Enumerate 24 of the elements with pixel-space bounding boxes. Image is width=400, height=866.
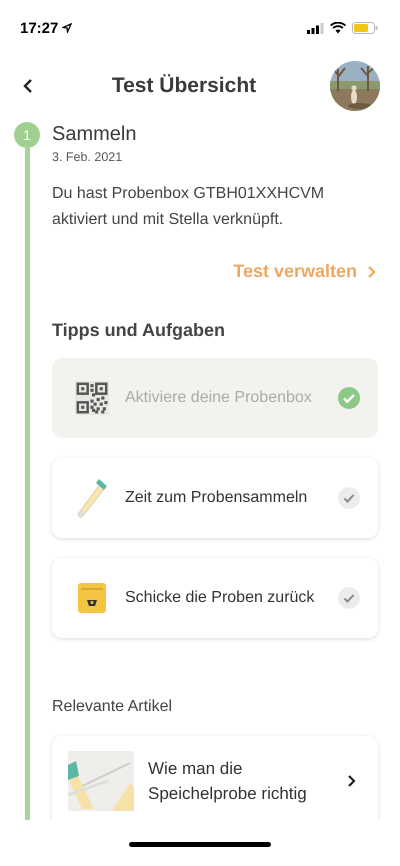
- task-card[interactable]: Zeit zum Probensammeln: [52, 458, 378, 538]
- task-label: Aktiviere deine Probenbox: [125, 388, 313, 408]
- section-heading: Tipps und Aufgaben: [52, 320, 226, 341]
- location-arrow-icon: [62, 23, 72, 33]
- back-chevron-icon: [22, 78, 34, 94]
- article-card[interactable]: Wie man die Speichelprobe richtig: [52, 736, 378, 820]
- mailbox-icon: [77, 582, 107, 614]
- step-title: Sammeln: [52, 123, 138, 146]
- page-title: Test Übersicht: [112, 74, 256, 98]
- wifi-icon: [330, 22, 346, 34]
- battery-icon: [352, 22, 378, 34]
- task-label: Schicke die Proben zurück: [125, 588, 316, 608]
- qr-code-icon: [75, 381, 109, 415]
- chevron-right-icon: [367, 264, 376, 278]
- section-heading: Relevante Artikel: [52, 698, 174, 716]
- task-card[interactable]: Schicke die Proben zurück: [52, 558, 378, 638]
- step-date: 3. Feb. 2021: [52, 150, 124, 164]
- step-description: Du hast Probenbox GTBH01XXHCVM aktiviert und mit Stella verknüpft.: [52, 184, 326, 230]
- chevron-right-icon: [347, 774, 356, 788]
- clock-time: 17:27: [20, 20, 58, 36]
- step-number: 1: [14, 122, 40, 148]
- task-label: Zeit zum Probensammeln: [125, 488, 308, 508]
- article-title: Wie man die Speichelprobe richtig: [148, 758, 308, 805]
- signal-icon: [307, 22, 324, 34]
